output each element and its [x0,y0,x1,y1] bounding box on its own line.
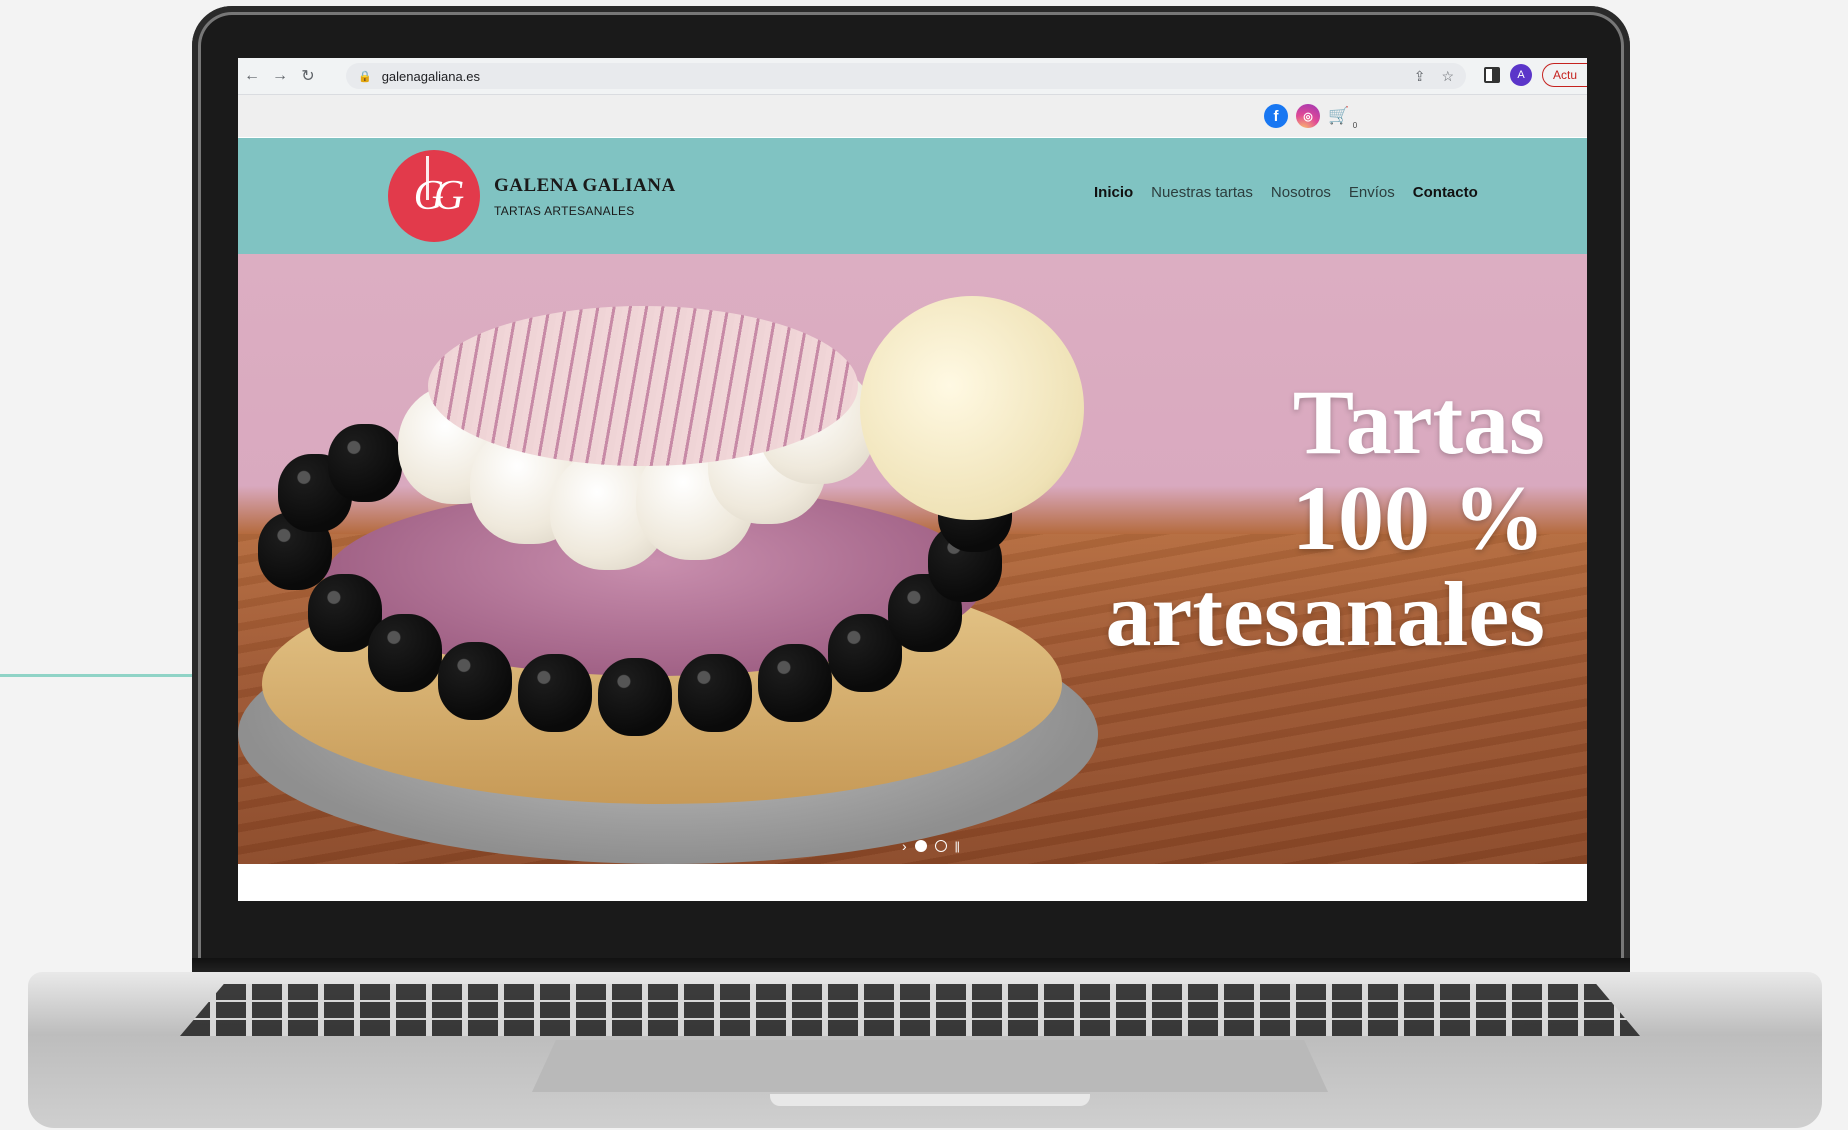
share-icon[interactable]: ⇪ [1414,68,1426,85]
site-top-strip: f ◎ 🛒 0 [238,95,1587,137]
laptop-keyboard [180,984,1640,1036]
facebook-icon[interactable]: f [1264,104,1288,128]
nav-inicio[interactable]: Inicio [1094,184,1133,201]
address-bar[interactable]: 🔒 galenagaliana.es ⇪ ☆ [346,63,1466,89]
cart-count: 0 [1352,121,1358,130]
slider-controls: › || [902,838,960,854]
hero-slider: Tartas 100 % artesanales › || [238,254,1587,864]
update-button[interactable]: Actu [1541,63,1587,87]
nav-nuestras-tartas[interactable]: Nuestras tartas [1151,184,1253,201]
forward-arrow-icon[interactable]: → [266,67,294,85]
brand-name[interactable]: GALENA GALIANA [494,175,676,197]
blackberry [328,424,402,502]
laptop-screen: ← → ↻ 🔒 galenagaliana.es ⇪ ☆ A Actu f ◎ … [238,58,1587,901]
blackberry [518,654,592,732]
white-chocolate-disc [860,296,1084,520]
lock-icon: 🔒 [358,70,372,83]
pause-icon[interactable]: || [955,839,960,853]
nav-contacto[interactable]: Contacto [1413,184,1478,201]
cart-icon[interactable]: 🛒 0 [1328,106,1357,130]
bookmark-star-icon[interactable]: ☆ [1441,68,1454,85]
nav-envios[interactable]: Envíos [1349,184,1395,201]
slide-dot-1[interactable] [914,840,927,852]
laptop-notch [770,1094,1090,1106]
address-url: galenagaliana.es [381,68,481,84]
brand-tagline: TARTAS ARTESANALES [494,204,635,218]
instagram-icon[interactable]: ◎ [1296,104,1320,128]
side-panel-icon[interactable] [1483,67,1500,83]
blackberry [438,642,512,720]
social-links: f ◎ 🛒 0 [1264,104,1357,130]
brand-logo[interactable]: GG [388,150,480,242]
decorative-accent-line [0,674,200,677]
reload-icon[interactable]: ↻ [294,66,322,86]
next-slide-icon[interactable]: › [902,838,907,854]
pink-chocolate-disc [428,306,858,466]
hero-title-line-1: Tartas [1292,371,1545,473]
hero-title: Tartas 100 % artesanales [1106,374,1545,662]
hero-title-line-2: 100 % [1292,467,1545,569]
blackberry [598,658,672,736]
laptop-trackpad [532,1040,1328,1092]
slide-dot-2[interactable] [934,840,947,852]
hero-title-line-3: artesanales [1105,563,1545,665]
browser-toolbar: ← → ↻ 🔒 galenagaliana.es ⇪ ☆ A Actu [238,58,1587,95]
profile-avatar[interactable]: A [1509,64,1532,86]
blackberry [368,614,442,692]
blackberry [678,654,752,732]
main-navigation: Inicio Nuestras tartas Nosotros Envíos C… [1094,184,1478,201]
site-header: GG GALENA GALIANA TARTAS ARTESANALES Ini… [238,138,1587,254]
nav-nosotros[interactable]: Nosotros [1271,184,1331,201]
blackberry [758,644,832,722]
back-arrow-icon[interactable]: ← [238,67,266,85]
